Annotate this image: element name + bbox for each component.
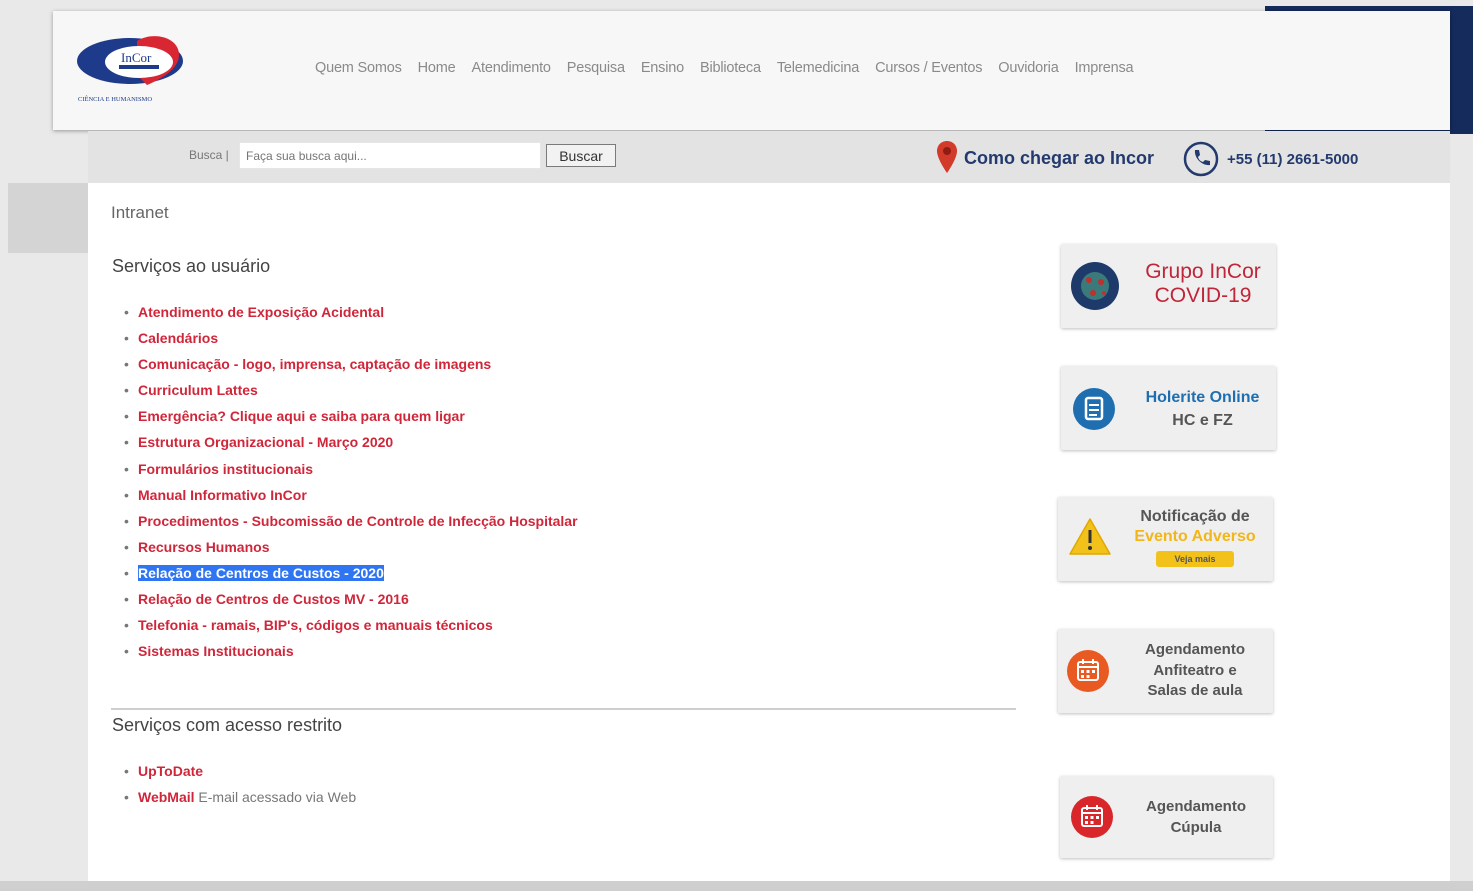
main-nav: Quem Somos Home Atendimento Pesquisa Ens… bbox=[315, 60, 1134, 76]
list-item[interactable]: Formulários institucionais bbox=[124, 458, 578, 484]
list-item[interactable]: Calendários bbox=[124, 327, 578, 353]
search-bar: Busca | Buscar Como chegar ao Incor +55 … bbox=[88, 131, 1450, 183]
webmail-description: E-mail acessado via Web bbox=[194, 789, 357, 806]
document-icon bbox=[1073, 388, 1115, 430]
list-item[interactable]: Procedimentos - Subcomissão de Controle … bbox=[124, 510, 578, 536]
calendar-icon bbox=[1067, 650, 1109, 692]
search-button[interactable]: Buscar bbox=[546, 144, 616, 167]
anfiteatro-line3: Salas de aula bbox=[1147, 682, 1243, 699]
list-item[interactable]: Curriculum Lattes bbox=[124, 379, 578, 405]
covid-title: Grupo InCor bbox=[1145, 260, 1261, 283]
breadcrumb: Intranet bbox=[111, 203, 169, 222]
list-item-selected[interactable]: Relação de Centros de Custos - 2020 bbox=[124, 562, 578, 588]
logo-text: InCor bbox=[121, 50, 152, 65]
site-header: InCor CIÊNCIA E HUMANISMO Quem Somos Hom… bbox=[53, 11, 1450, 130]
cupula-line1: Agendamento bbox=[1145, 798, 1246, 815]
map-pin-icon[interactable] bbox=[936, 140, 958, 174]
search-label: Busca | bbox=[189, 148, 229, 162]
nav-atendimento[interactable]: Atendimento bbox=[472, 60, 551, 76]
section-divider bbox=[111, 708, 1016, 710]
nav-biblioteca[interactable]: Biblioteca bbox=[700, 60, 761, 76]
left-gray-panel bbox=[8, 183, 88, 253]
list-item[interactable]: Emergência? Clique aqui e saiba para que… bbox=[124, 405, 578, 431]
list-item[interactable]: Estrutura Organizacional - Março 2020 bbox=[124, 431, 578, 457]
restricted-title: Serviços com acesso restrito bbox=[112, 715, 343, 735]
nav-pesquisa[interactable]: Pesquisa bbox=[567, 60, 625, 76]
nav-quem-somos[interactable]: Quem Somos bbox=[315, 60, 402, 76]
list-item[interactable]: Atendimento de Exposição Acidental bbox=[124, 301, 578, 327]
veja-mais-badge[interactable]: Veja mais bbox=[1156, 551, 1234, 567]
nav-telemedicina[interactable]: Telemedicina bbox=[777, 60, 859, 76]
nav-ouvidoria[interactable]: Ouvidoria bbox=[998, 60, 1058, 76]
covid-card[interactable]: Grupo InCor COVID-19 bbox=[1061, 244, 1276, 328]
phone-icon bbox=[1183, 141, 1219, 177]
list-item[interactable]: Recursos Humanos bbox=[124, 536, 578, 562]
list-item[interactable]: WebMail E-mail acessado via Web bbox=[124, 786, 356, 812]
logo-subtitle: CIÊNCIA E HUMANISMO bbox=[78, 95, 152, 103]
virus-icon bbox=[1071, 262, 1119, 310]
holerite-card[interactable]: Holerite Online HC e FZ bbox=[1061, 366, 1276, 450]
incor-logo[interactable]: InCor CIÊNCIA E HUMANISMO bbox=[75, 35, 205, 105]
main-content: Intranet Serviços ao usuário Atendimento… bbox=[88, 183, 1450, 881]
calendar-icon bbox=[1071, 796, 1113, 838]
services-list: Atendimento de Exposição Acidental Calen… bbox=[124, 301, 578, 666]
notificacao-title: Notificação de bbox=[1140, 508, 1250, 525]
notificacao-card[interactable]: Notificação de Evento Adverso Veja mais bbox=[1058, 497, 1273, 581]
services-title: Serviços ao usuário bbox=[112, 256, 271, 276]
directions-link[interactable]: Como chegar ao Incor bbox=[964, 148, 1154, 169]
anfiteatro-line2: Anfiteatro e bbox=[1153, 661, 1237, 679]
covid-subtitle: COVID-19 bbox=[1154, 284, 1252, 307]
holerite-title: Holerite Online bbox=[1145, 389, 1260, 406]
phone-number[interactable]: +55 (11) 2661-5000 bbox=[1227, 151, 1358, 168]
anfiteatro-line1: Agendamento bbox=[1144, 641, 1245, 658]
list-item[interactable]: UpToDate bbox=[124, 760, 356, 786]
nav-ensino[interactable]: Ensino bbox=[641, 60, 684, 76]
cupula-card[interactable]: Agendamento Cúpula bbox=[1060, 776, 1273, 858]
list-item[interactable]: Sistemas Institucionais bbox=[124, 640, 578, 666]
list-item[interactable]: Comunicação - logo, imprensa, captação d… bbox=[124, 353, 578, 379]
list-item[interactable]: Manual Informativo InCor bbox=[124, 484, 578, 510]
restricted-list: UpToDate WebMail E-mail acessado via Web bbox=[124, 760, 356, 812]
list-item[interactable]: Relação de Centros de Custos MV - 2016 bbox=[124, 588, 578, 614]
anfiteatro-card[interactable]: Agendamento Anfiteatro e Salas de aula bbox=[1058, 629, 1273, 713]
bottom-strip bbox=[0, 881, 1473, 891]
nav-home[interactable]: Home bbox=[418, 60, 456, 76]
nav-cursos-eventos[interactable]: Cursos / Eventos bbox=[875, 60, 982, 76]
nav-imprensa[interactable]: Imprensa bbox=[1075, 60, 1134, 76]
cupula-line2: Cúpula bbox=[1170, 819, 1222, 836]
notificacao-subtitle: Evento Adverso bbox=[1134, 528, 1256, 545]
holerite-subtitle: HC e FZ bbox=[1172, 412, 1233, 429]
list-item[interactable]: Telefonia - ramais, BIP's, códigos e man… bbox=[124, 614, 578, 640]
warning-icon bbox=[1069, 518, 1111, 555]
search-input[interactable] bbox=[239, 142, 541, 169]
